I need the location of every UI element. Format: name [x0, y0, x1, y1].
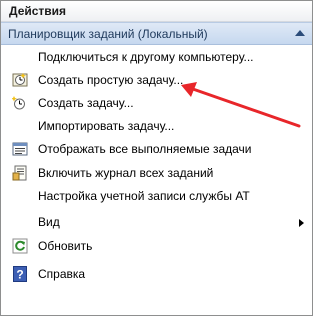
annotation-arrow [181, 82, 301, 128]
